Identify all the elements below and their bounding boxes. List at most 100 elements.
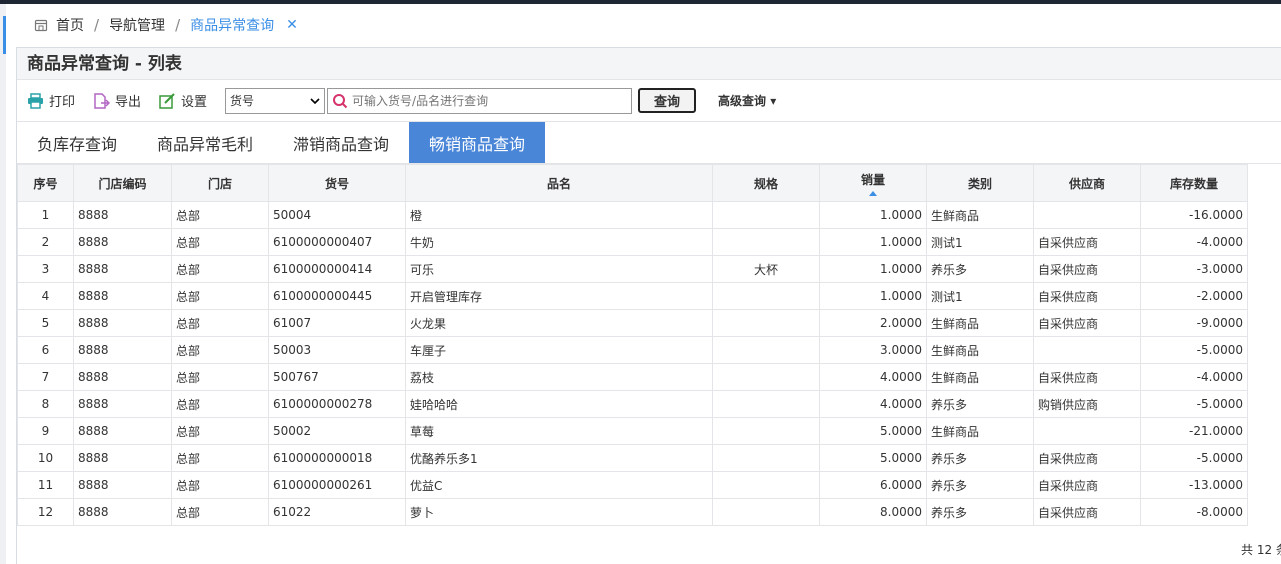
export-icon [94,92,111,109]
cell-supplier: 自采供应商 [1033,282,1141,310]
cell-name: 优酪养乐多1 [405,444,713,472]
print-button[interactable]: 打印 [27,91,75,110]
cell-sku: 50004 [268,201,406,229]
cell-index: 11 [17,471,74,499]
cell-index: 4 [17,282,74,310]
cell-index: 1 [17,201,74,229]
cell-store: 总部 [171,201,269,229]
field-select-value: 货号 [230,94,255,108]
table-row[interactable]: 5 8888 总部 61007 火龙果 2.0000 生鲜商品 自采供应商 -9.0000 [17,309,1248,337]
cell-store-code: 8888 [73,282,172,310]
cell-spec [712,390,820,418]
cell-sku: 6100000000414 [268,255,406,283]
tab-negative-stock[interactable]: 负库存查询 [17,122,137,163]
cell-sales: 1.0000 [819,228,927,256]
cell-name: 橙 [405,201,713,229]
cell-supplier: 购销供应商 [1033,390,1141,418]
tab-best-selling[interactable]: 畅销商品查询 [409,122,546,163]
settings-button[interactable]: 设置 [159,91,207,110]
cell-name: 牛奶 [405,228,713,256]
cell-index: 10 [17,444,74,472]
cell-stock: -16.0000 [1140,201,1248,229]
table-row[interactable]: 9 8888 总部 50002 草莓 5.0000 生鲜商品 -21.0000 [17,417,1248,445]
cell-sales: 4.0000 [819,390,927,418]
close-tab-icon[interactable]: ✕ [286,17,298,33]
cell-stock: -5.0000 [1140,444,1248,472]
export-label: 导出 [115,95,142,110]
cell-spec [712,228,820,256]
cell-store-code: 8888 [73,444,172,472]
table-row[interactable]: 7 8888 总部 500767 荔枝 4.0000 生鲜商品 自采供应商 -4.0000 [17,363,1248,391]
table-row[interactable]: 1 8888 总部 50004 橙 1.0000 生鲜商品 -16.0000 [17,201,1248,229]
col-header-sales-label: 销量 [860,172,885,187]
cell-sku: 50003 [268,336,406,364]
cell-store: 总部 [171,282,269,310]
cell-supplier: 自采供应商 [1033,498,1141,526]
table-row[interactable]: 6 8888 总部 50003 车厘子 3.0000 生鲜商品 -5.0000 [17,336,1248,364]
search-input[interactable] [352,93,623,108]
cell-stock: -8.0000 [1140,498,1248,526]
export-button[interactable]: 导出 [93,91,141,110]
breadcrumb-home[interactable]: 首页 [56,15,84,35]
table-row[interactable]: 4 8888 总部 6100000000445 开启管理库存 1.0000 测试1 自采供应商… [17,282,1248,310]
table-row[interactable]: 8 8888 总部 6100000000278 娃哈哈哈 4.0000 养乐多 购销供应商 -5… [17,390,1248,418]
table-row[interactable]: 2 8888 总部 6100000000407 牛奶 1.0000 测试1 自采供应商 -4.0… [17,228,1248,256]
query-button[interactable]: 查询 [638,88,697,113]
cell-index: 3 [17,255,74,283]
cell-stock: -3.0000 [1140,255,1248,283]
breadcrumb-current[interactable]: 商品异常查询 [190,15,274,35]
cell-store-code: 8888 [73,363,172,391]
cell-category: 生鲜商品 [926,363,1034,391]
cell-name: 优益C [405,471,713,499]
cell-sales: 1.0000 [819,282,927,310]
cell-supplier: 自采供应商 [1033,471,1141,499]
cell-spec [712,309,820,337]
cell-sku: 6100000000261 [268,471,406,499]
cell-stock: -5.0000 [1140,336,1248,364]
col-header-store-code[interactable]: 门店编码 [73,164,172,202]
breadcrumb-nav[interactable]: 导航管理 [109,15,165,35]
cell-sku: 6100000000018 [268,444,406,472]
table-row[interactable]: 3 8888 总部 6100000000414 可乐 大杯 1.0000 养乐多 自采供应商 -3… [17,255,1248,283]
cell-category: 生鲜商品 [926,309,1034,337]
cell-category: 测试1 [926,282,1034,310]
tab-slow-moving[interactable]: 滞销商品查询 [273,122,409,163]
cell-spec [712,471,820,499]
col-header-category[interactable]: 类别 [926,164,1034,202]
col-header-spec[interactable]: 规格 [712,164,820,202]
col-header-supplier[interactable]: 供应商 [1033,164,1141,202]
cell-stock: -5.0000 [1140,390,1248,418]
cell-name: 荔枝 [405,363,713,391]
cell-sales: 6.0000 [819,471,927,499]
cell-spec [712,201,820,229]
left-sidebar-strip [0,4,6,564]
cell-sales: 1.0000 [819,201,927,229]
home-icon[interactable] [34,18,48,32]
tab-abnormal-margin[interactable]: 商品异常毛利 [137,122,273,163]
col-header-index[interactable]: 序号 [17,164,74,202]
col-header-store[interactable]: 门店 [171,164,269,202]
sort-asc-icon [869,190,877,196]
col-header-stock[interactable]: 库存数量 [1140,164,1248,202]
search-box[interactable] [327,87,633,114]
breadcrumb-separator: / [94,16,100,34]
chevron-down-icon [310,97,320,104]
table-row[interactable]: 11 8888 总部 6100000000261 优益C 6.0000 养乐多 自采供应商 -1… [17,471,1248,499]
cell-category: 养乐多 [926,255,1034,283]
active-indicator [3,16,6,54]
advanced-query-button[interactable]: 高级查询 ▾ [718,92,776,109]
table-row[interactable]: 12 8888 总部 61022 萝卜 8.0000 养乐多 自采供应商 -8.0000 [17,498,1248,526]
cell-category: 养乐多 [926,498,1034,526]
cell-stock: -4.0000 [1140,228,1248,256]
col-header-name[interactable]: 品名 [405,164,713,202]
table-row[interactable]: 10 8888 总部 6100000000018 优酪养乐多1 5.0000 养乐多 自采供应… [17,444,1248,472]
col-header-sku[interactable]: 货号 [268,164,406,202]
field-select[interactable]: 货号 [225,87,326,114]
cell-store-code: 8888 [73,417,172,445]
col-header-sales[interactable]: 销量 [819,164,927,202]
cell-name: 萝卜 [405,498,713,526]
print-label: 打印 [49,95,76,110]
printer-icon [28,92,43,109]
cell-store-code: 8888 [73,255,172,283]
breadcrumb-separator: / [175,16,181,34]
